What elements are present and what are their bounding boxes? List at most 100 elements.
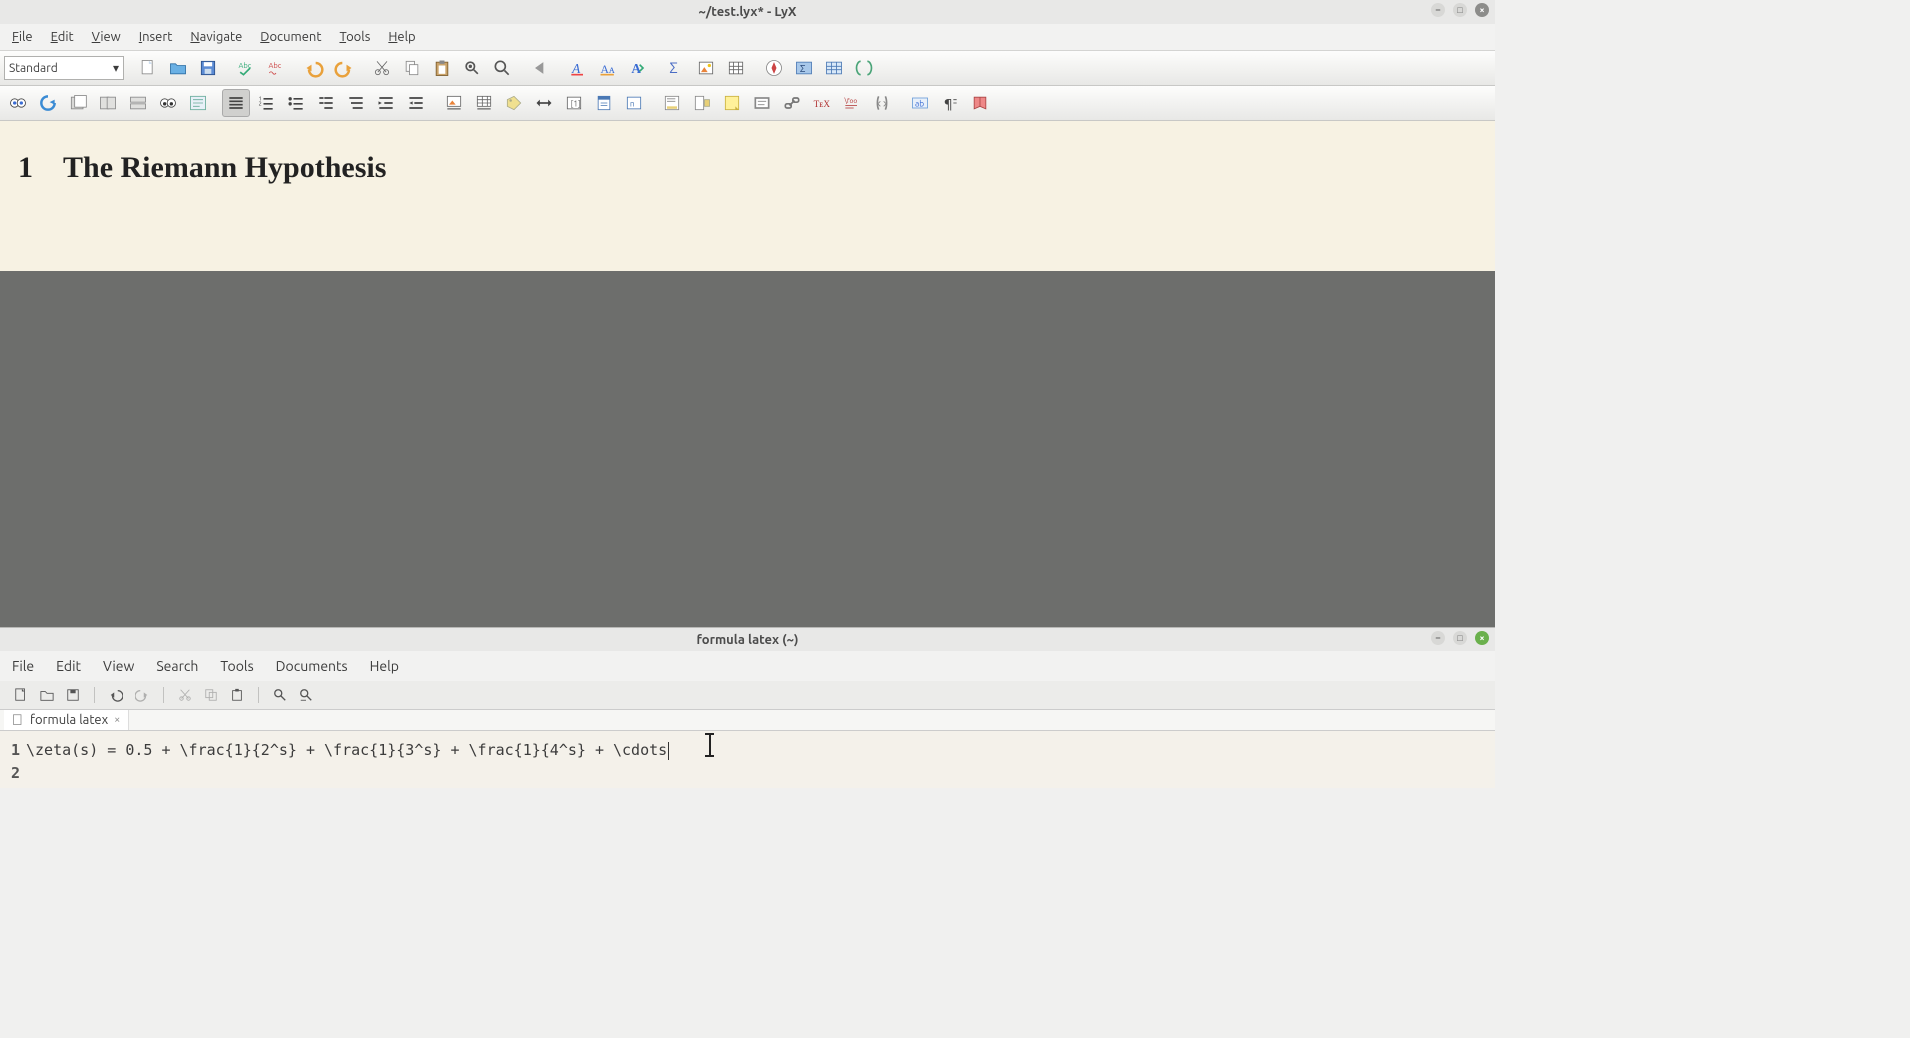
gedit-save-icon[interactable]: [62, 685, 84, 705]
label-icon[interactable]: [500, 89, 528, 117]
citation-icon[interactable]: [1]: [560, 89, 588, 117]
spellcheck-continuous-icon[interactable]: Abc: [262, 54, 290, 82]
paste-icon[interactable]: [428, 54, 456, 82]
menu-tools[interactable]: Tools: [331, 26, 378, 48]
list-description-icon[interactable]: [312, 89, 340, 117]
menu-file[interactable]: File: [4, 26, 41, 48]
section-heading: 1 The Riemann Hypothesis: [18, 151, 1477, 185]
indent-less-icon[interactable]: [402, 89, 430, 117]
ert-macro-icon[interactable]: \foo: [838, 89, 866, 117]
view-split-icon[interactable]: [124, 89, 152, 117]
nomenclature-icon[interactable]: n: [620, 89, 648, 117]
menu-navigate[interactable]: Navigate: [182, 26, 250, 48]
text-style-icon[interactable]: ab: [906, 89, 934, 117]
paragraph-env-combo[interactable]: Standard ▾: [4, 56, 124, 80]
include-file-icon[interactable]: [868, 89, 896, 117]
gedit-toolbar: [0, 681, 1495, 710]
svg-text:Σ: Σ: [800, 63, 806, 74]
gedit-editor[interactable]: 1\zeta(s) = 0.5 + \frac{1}{2^s} + \frac{…: [0, 731, 1495, 788]
find-replace-icon[interactable]: [458, 54, 486, 82]
list-enum-icon[interactable]: [342, 89, 370, 117]
menu-document[interactable]: Document: [252, 26, 329, 48]
review-panel-icon[interactable]: [850, 54, 878, 82]
gedit-undo-icon[interactable]: [105, 685, 127, 705]
master-view-icon[interactable]: [64, 89, 92, 117]
menu-insert[interactable]: Insert: [131, 26, 181, 48]
lyx-title-text: ~/test.lyx* - LyX: [699, 5, 797, 19]
navigate-back-icon[interactable]: [526, 54, 554, 82]
gedit-redo-icon[interactable]: [131, 685, 153, 705]
find-icon[interactable]: [488, 54, 516, 82]
index-icon[interactable]: [590, 89, 618, 117]
gedit-menu-help[interactable]: Help: [364, 655, 405, 677]
minimize-button[interactable]: –: [1431, 3, 1445, 17]
line-content: \zeta(s) = 0.5 + \frac{1}{2^s} + \frac{1…: [26, 741, 667, 759]
redo-icon[interactable]: [330, 54, 358, 82]
open-doc-icon[interactable]: [164, 54, 192, 82]
save-doc-icon[interactable]: [194, 54, 222, 82]
gedit-tab-formula-latex[interactable]: formula latex ×: [4, 710, 129, 730]
svg-text:[1]: [1]: [571, 98, 581, 108]
tab-close-icon[interactable]: ×: [114, 714, 120, 726]
table-float-icon[interactable]: [470, 89, 498, 117]
document-canvas[interactable]: 1 The Riemann Hypothesis: [0, 121, 1495, 271]
apply-style-icon[interactable]: A: [624, 54, 652, 82]
close-button[interactable]: ×: [1475, 3, 1489, 17]
view-outline-icon[interactable]: [184, 89, 212, 117]
list-numbered-icon[interactable]: 12: [252, 89, 280, 117]
gedit-replace-icon[interactable]: [295, 685, 317, 705]
undo-icon[interactable]: [300, 54, 328, 82]
thesaurus-icon[interactable]: [966, 89, 994, 117]
maximize-button[interactable]: □: [1453, 3, 1467, 17]
copy-icon[interactable]: [398, 54, 426, 82]
indent-more-icon[interactable]: [372, 89, 400, 117]
spellcheck-icon[interactable]: Abc: [232, 54, 260, 82]
gedit-menu-edit[interactable]: Edit: [50, 655, 87, 677]
list-bullet-icon[interactable]: [282, 89, 310, 117]
gedit-menu-search[interactable]: Search: [150, 655, 204, 677]
menu-help[interactable]: Help: [380, 26, 423, 48]
hyperlink-icon[interactable]: [778, 89, 806, 117]
menu-edit[interactable]: Edit: [43, 26, 82, 48]
view-icon[interactable]: [4, 89, 32, 117]
footnote-icon[interactable]: [658, 89, 686, 117]
tex-code-icon[interactable]: TᴇX: [808, 89, 836, 117]
lyx-title-bar: ~/test.lyx* - LyX – □ ×: [0, 0, 1495, 24]
outline-compass-icon[interactable]: [760, 54, 788, 82]
table-panel-icon[interactable]: [820, 54, 848, 82]
insert-math-icon[interactable]: Σ: [662, 54, 690, 82]
gedit-menu-file[interactable]: File: [6, 655, 40, 677]
gedit-new-icon[interactable]: [10, 685, 32, 705]
noun-icon[interactable]: Aᴀ: [594, 54, 622, 82]
gedit-cut-icon[interactable]: [174, 685, 196, 705]
gedit-menu-documents[interactable]: Documents: [270, 655, 354, 677]
menu-view[interactable]: View: [84, 26, 129, 48]
gedit-maximize-button[interactable]: □: [1453, 631, 1467, 645]
crossref-icon[interactable]: [530, 89, 558, 117]
gedit-menu-view[interactable]: View: [97, 655, 140, 677]
note-icon[interactable]: [718, 89, 746, 117]
emph-icon[interactable]: A: [564, 54, 592, 82]
insert-table-icon[interactable]: [722, 54, 750, 82]
view-update-icon[interactable]: [34, 89, 62, 117]
chevron-down-icon: ▾: [113, 61, 119, 75]
svg-text:2: 2: [259, 102, 262, 108]
gedit-minimize-button[interactable]: –: [1431, 631, 1445, 645]
view-other-icon[interactable]: [94, 89, 122, 117]
box-icon[interactable]: [748, 89, 776, 117]
eyes-view-icon[interactable]: [154, 89, 182, 117]
paragraph-settings-icon[interactable]: ¶: [936, 89, 964, 117]
gedit-paste-icon[interactable]: [226, 685, 248, 705]
gedit-close-button[interactable]: ×: [1475, 631, 1489, 645]
cut-icon[interactable]: [368, 54, 396, 82]
gedit-menu-tools[interactable]: Tools: [214, 655, 259, 677]
justify-full-icon[interactable]: [222, 89, 250, 117]
figure-float-icon[interactable]: [440, 89, 468, 117]
gedit-open-icon[interactable]: [36, 685, 58, 705]
insert-graphics-icon[interactable]: [692, 54, 720, 82]
gedit-search-icon[interactable]: [269, 685, 291, 705]
marginnote-icon[interactable]: [688, 89, 716, 117]
gedit-copy-icon[interactable]: [200, 685, 222, 705]
math-panel-icon[interactable]: Σ: [790, 54, 818, 82]
new-doc-icon[interactable]: [134, 54, 162, 82]
